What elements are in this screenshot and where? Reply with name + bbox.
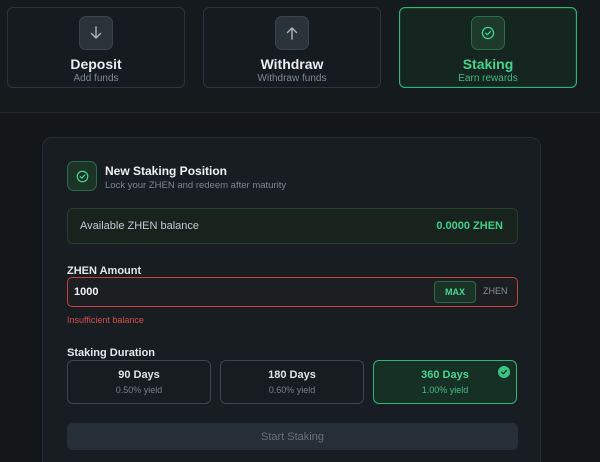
panel-title: New Staking Position	[105, 164, 228, 178]
duration-yield: 1.00% yield	[421, 385, 469, 395]
check-circle-icon	[471, 16, 505, 50]
amount-input[interactable]	[74, 283, 424, 301]
tab-withdraw-title: Withdraw	[260, 56, 324, 72]
amount-label: ZHEN Amount	[67, 265, 142, 277]
tab-staking-title: Staking	[462, 56, 514, 72]
duration-label: Staking Duration	[67, 347, 156, 359]
tab-deposit-title: Deposit	[70, 56, 122, 72]
panel-subtitle: Lock your ZHEN and redeem after maturity	[105, 180, 287, 191]
duration-option-90[interactable]: 90 Days 0.50% yield	[67, 360, 211, 404]
tab-deposit[interactable]: Deposit Add funds	[7, 7, 185, 88]
duration-days: 90 Days	[118, 369, 160, 381]
balance-value: 0.0000 ZHEN	[436, 220, 503, 232]
selected-check-icon	[498, 366, 510, 378]
arrow-down-icon	[79, 16, 113, 50]
amount-unit: ZHEN	[483, 286, 508, 296]
arrow-up-icon	[275, 16, 309, 50]
duration-yield: 0.60% yield	[268, 385, 316, 395]
tab-staking[interactable]: Staking Earn rewards	[399, 7, 577, 88]
duration-days: 360 Days	[421, 369, 469, 381]
mode-tabs-bar: Deposit Add funds Withdraw Withdraw fund…	[0, 0, 600, 113]
tab-staking-subtitle: Earn rewards	[458, 73, 518, 84]
duration-days: 180 Days	[268, 369, 316, 381]
amount-field: MAX ZHEN	[67, 277, 518, 307]
staking-panel: New Staking Position Lock your ZHEN and …	[42, 137, 541, 462]
balance-box: Available ZHEN balance 0.0000 ZHEN	[67, 208, 518, 244]
balance-label: Available ZHEN balance	[80, 220, 200, 232]
check-circle-icon	[67, 161, 97, 191]
max-button[interactable]: MAX	[434, 281, 476, 303]
duration-option-180[interactable]: 180 Days 0.60% yield	[220, 360, 364, 404]
tab-deposit-subtitle: Add funds	[73, 73, 119, 84]
duration-yield: 0.50% yield	[115, 385, 163, 395]
start-staking-button[interactable]: Start Staking	[67, 423, 518, 450]
tab-withdraw[interactable]: Withdraw Withdraw funds	[203, 7, 381, 88]
tab-withdraw-subtitle: Withdraw funds	[257, 73, 327, 84]
duration-option-360[interactable]: 360 Days 1.00% yield	[373, 360, 517, 404]
error-message: Insufficient balance	[67, 315, 144, 325]
